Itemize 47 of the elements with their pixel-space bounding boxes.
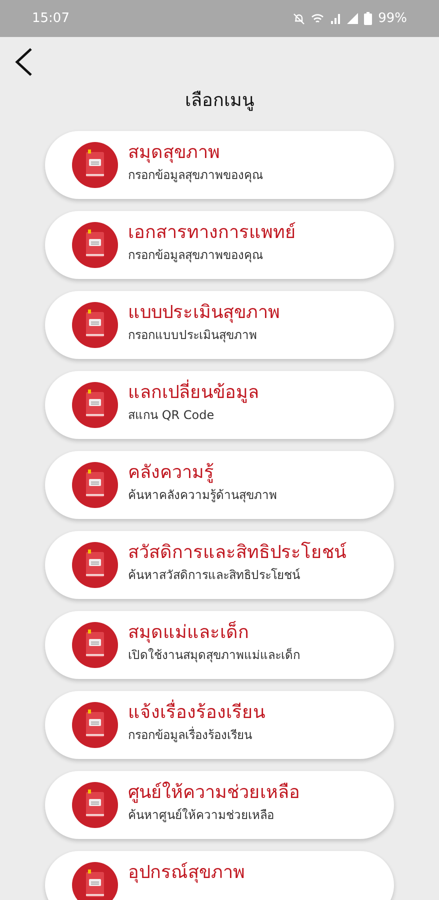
menu-item-title: อุปกรณ์สุขภาพ <box>128 862 245 884</box>
menu-item-title: แลกเปลี่ยนข้อมูล <box>128 382 259 404</box>
book-icon <box>72 622 118 668</box>
menu-item-subtitle: เปิดใช้งานสมุดสุขภาพแม่และเด็ก <box>128 648 300 662</box>
battery-percent: 99% <box>378 10 407 28</box>
signal-icon <box>347 13 358 24</box>
menu-item-title: คลังความรู้ <box>128 462 215 484</box>
menu-item-subtitle: กรอกข้อมูลสุขภาพของคุณ <box>128 248 264 262</box>
menu-item-subtitle: ค้นหาสวัสดิการและสิทธิประโยชน์ <box>128 568 301 582</box>
wifi-icon <box>311 13 324 24</box>
menu-item[interactable]: เอกสารทางการแพทย์ กรอกข้อมูลสุขภาพของคุณ <box>45 211 394 279</box>
menu-item[interactable]: คลังความรู้ ค้นหาคลังความรู้ด้านสุขภาพ <box>45 451 394 519</box>
book-icon <box>72 302 118 348</box>
menu-item-title: เอกสารทางการแพทย์ <box>128 222 296 244</box>
book-icon <box>72 782 118 828</box>
menu-item-subtitle: สแกน QR Code <box>128 408 216 422</box>
menu-title: เลือกเมนู <box>185 89 254 113</box>
menu-item[interactable]: สวัสดิการและสิทธิประโยชน์ ค้นหาสวัสดิการและสิทธิประโยชน์ <box>45 531 394 599</box>
menu-item[interactable]: ศูนย์ให้ความช่วยเหลือ ค้นหาศูนย์ให้ความช่วยเหลือ <box>45 771 394 839</box>
menu-item-title: สมุดสุขภาพ <box>128 142 221 164</box>
book-icon <box>72 222 118 268</box>
menu-item-title: สมุดแม่และเด็ก <box>128 622 250 644</box>
book-icon <box>72 702 118 748</box>
menu-item-subtitle: กรอกข้อมูลเรื่องร้องเรียน <box>128 728 253 742</box>
status-time: 15:07 <box>32 10 70 28</box>
menu-item[interactable]: แลกเปลี่ยนข้อมูล สแกน QR Code <box>45 371 394 439</box>
book-icon <box>72 462 118 508</box>
signal-icon <box>330 13 342 24</box>
menu-item-subtitle: กรอกข้อมูลสุขภาพของคุณ <box>128 168 263 182</box>
menu-item-title: แจ้งเรื่องร้องเรียน <box>128 702 265 724</box>
menu-item-subtitle: ค้นหาศูนย์ให้ความช่วยเหลือ <box>128 808 275 822</box>
book-icon <box>72 542 118 588</box>
book-icon <box>72 142 118 188</box>
book-icon <box>72 862 118 900</box>
battery-icon <box>364 12 372 25</box>
menu-item[interactable]: สมุดแม่และเด็ก เปิดใช้งานสมุดสุขภาพแม่และเด็ก <box>45 611 394 679</box>
book-icon <box>72 382 118 428</box>
menu-item-title: สวัสดิการและสิทธิประโยชน์ <box>128 542 346 564</box>
menu-item-subtitle: กรอกแบบประเมินสุขภาพ <box>128 328 258 342</box>
bell-off-icon <box>293 12 306 24</box>
menu-item-subtitle: ค้นหาคลังความรู้ด้านสุขภาพ <box>128 488 277 502</box>
menu-item[interactable]: แบบประเมินสุขภาพ กรอกแบบประเมินสุขภาพ <box>45 291 394 359</box>
menu-item[interactable]: แจ้งเรื่องร้องเรียน กรอกข้อมูลเรื่องร้องเรียน <box>45 691 394 759</box>
menu-item-title: ศูนย์ให้ความช่วยเหลือ <box>128 782 300 804</box>
menu-item[interactable]: อุปกรณ์สุขภาพ <box>45 851 394 900</box>
menu-item-title: แบบประเมินสุขภาพ <box>128 302 280 324</box>
menu-item[interactable]: สมุดสุขภาพ กรอกข้อมูลสุขภาพของคุณ <box>45 131 394 199</box>
